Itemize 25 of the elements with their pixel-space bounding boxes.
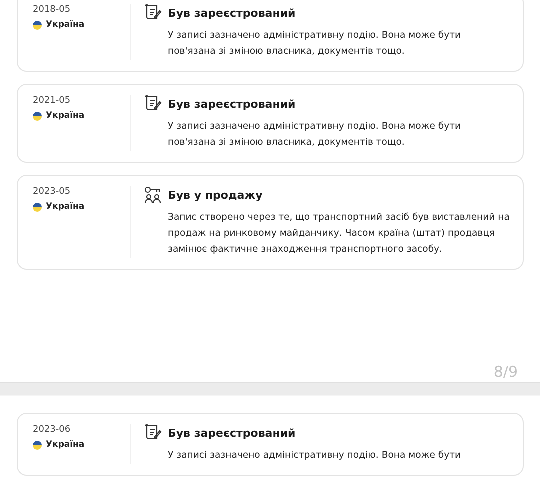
event-title: Був у продажу bbox=[168, 188, 263, 202]
key-people-icon bbox=[144, 186, 162, 204]
country-name: Україна bbox=[46, 111, 85, 121]
flag-icon bbox=[33, 112, 42, 120]
event-description: У записі зазначено адміністративну подію. Вона може бути bbox=[167, 449, 462, 463]
event-title: Був зареєстрований bbox=[168, 426, 296, 440]
event-description: У записі зазначено адміністративну подію. Вона може бути пов'язана зі зміною власника, документів тощо. bbox=[167, 120, 462, 150]
event-date: 2021-05 bbox=[33, 95, 72, 107]
document-icon bbox=[144, 424, 162, 442]
document-icon bbox=[144, 95, 162, 113]
flag-icon bbox=[33, 202, 42, 212]
country-name: Україна bbox=[46, 20, 85, 30]
event-title: Був зареєстрований bbox=[168, 6, 296, 20]
event-date: 2023-05 bbox=[33, 186, 72, 198]
country-name: Україна bbox=[46, 440, 85, 450]
event-date: 2023-06 bbox=[33, 424, 72, 436]
event-description: Запис створено через те, що транспортний засіб був виставлений на продаж на ринковому майданчику. Часом країна (штат) продавця замінює фактичне знаходження транспортного засобу. bbox=[167, 211, 511, 257]
event-date: 2018-05 bbox=[33, 4, 72, 16]
document-icon bbox=[144, 4, 162, 22]
country-name: Україна bbox=[46, 202, 85, 212]
page-counter: 8/9 bbox=[492, 362, 519, 382]
event-description: У записі зазначено адміністративну подію. Вона може бути пов'язана зі зміною власника, документів тощо. bbox=[167, 29, 462, 59]
flag-icon bbox=[33, 20, 42, 30]
event-title: Був зареєстрований bbox=[168, 98, 296, 110]
flag-icon bbox=[33, 440, 42, 450]
